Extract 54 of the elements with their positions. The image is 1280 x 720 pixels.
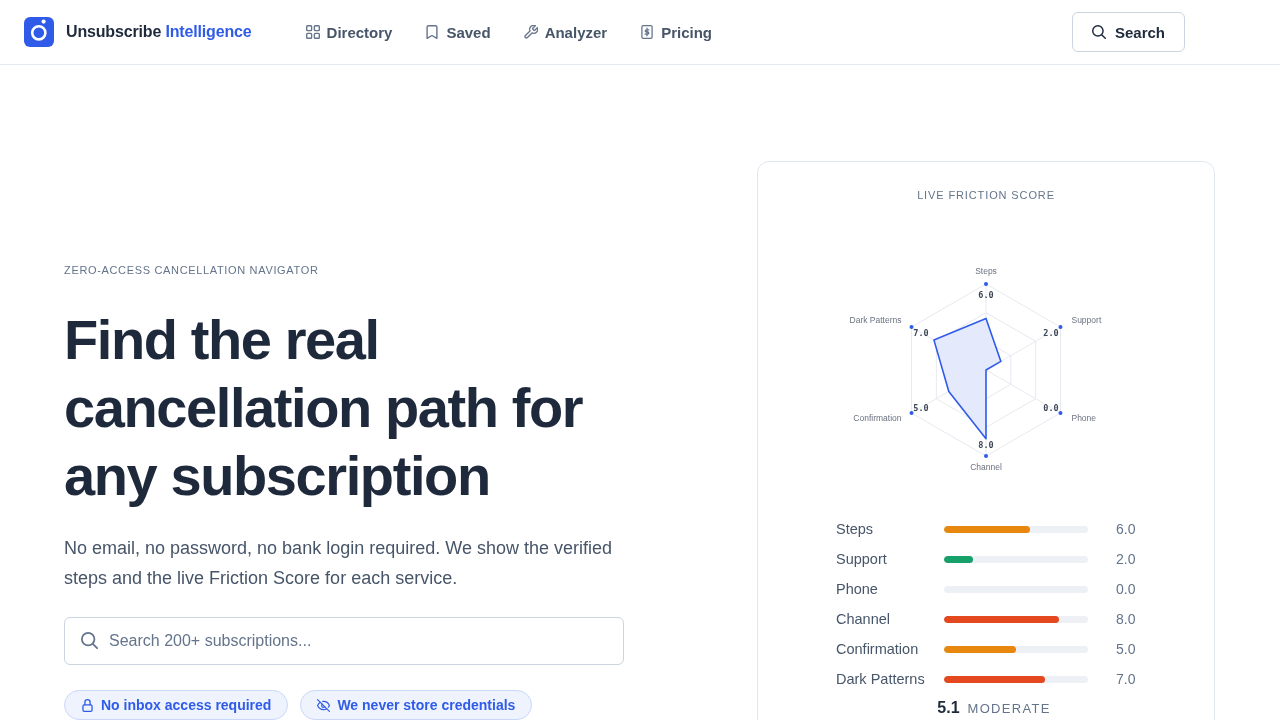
- axis-label: Channel: [970, 462, 1002, 472]
- axis-label: Support: [1071, 315, 1102, 325]
- axis-label: Phone: [1071, 413, 1097, 423]
- metric-value: 0.0: [1115, 581, 1136, 597]
- metric-label: Confirmation: [836, 641, 920, 657]
- axis-marker-icon: [1058, 325, 1063, 329]
- nav-link[interactable]: Analyzer: [523, 23, 608, 41]
- metric-value: 7.0: [1115, 671, 1136, 687]
- axis-marker-icon: [984, 282, 988, 286]
- wrench-icon: [523, 25, 538, 39]
- axis-marker-icon: [909, 411, 914, 415]
- hero-description: No email, no password, no bank login required. We show the verified steps and the live Friction Score for each service.: [64, 537, 613, 590]
- axis-marker-icon: [909, 325, 914, 329]
- score-rating: MODERATE: [967, 701, 1051, 717]
- axis-label: Steps: [975, 266, 997, 276]
- ring-logo-icon[interactable]: [24, 17, 54, 47]
- metric-label: Channel: [836, 611, 891, 627]
- search-icon: [81, 632, 98, 649]
- metric-value: 6.0: [1115, 521, 1136, 537]
- axis-value-label: 7.0: [913, 327, 929, 338]
- axis-value-label: 8.0: [978, 440, 994, 450]
- lock-icon: [81, 698, 94, 712]
- eyebrow-text: ZERO-ACCESS CANCELLATION NAVIGATOR: [64, 263, 320, 277]
- search-field[interactable]: Search 200+ subscriptions...: [64, 617, 624, 665]
- brand-name[interactable]: Unsubscribe Intelligence: [66, 23, 252, 41]
- axis-label: Confirmation: [853, 413, 902, 423]
- axis-label: Dark Patterns: [849, 315, 902, 325]
- metric-label: Dark Patterns: [836, 671, 926, 687]
- bookmark-icon: [425, 25, 440, 39]
- metric-value: 8.0: [1115, 611, 1136, 627]
- axis-value-label: 6.0: [978, 290, 994, 300]
- nav-link[interactable]: Saved: [425, 23, 491, 41]
- metric-label: Support: [836, 551, 888, 567]
- axis-value-label: 5.0: [913, 402, 929, 413]
- axis-value-label: 0.0: [1043, 402, 1059, 413]
- score-value: 5.1: [937, 700, 960, 716]
- metric-label: Phone: [836, 581, 879, 597]
- search-button[interactable]: Search: [1072, 12, 1185, 52]
- nav-link[interactable]: Pricing: [640, 23, 712, 41]
- grid-icon: [305, 25, 320, 39]
- dollar-document-icon: [640, 25, 655, 39]
- metric-value: 2.0: [1115, 551, 1136, 567]
- metric-label: Steps: [836, 521, 875, 537]
- search-icon: [1091, 25, 1106, 39]
- eye-off-icon: [317, 698, 331, 712]
- axis-value-label: 2.0: [1043, 327, 1059, 338]
- feature-label: No inbox access required: [101, 697, 272, 713]
- nav-link[interactable]: Directory: [305, 23, 393, 41]
- feature-label: We never store credentials: [337, 697, 516, 713]
- card-title: LIVE FRICTION SCORE: [916, 188, 1056, 202]
- axis-marker-icon: [984, 454, 988, 458]
- metric-value: 5.0: [1115, 641, 1136, 657]
- axis-marker-icon: [1058, 411, 1063, 415]
- hero-headline: Find the real cancellation path for any subscription: [64, 307, 584, 509]
